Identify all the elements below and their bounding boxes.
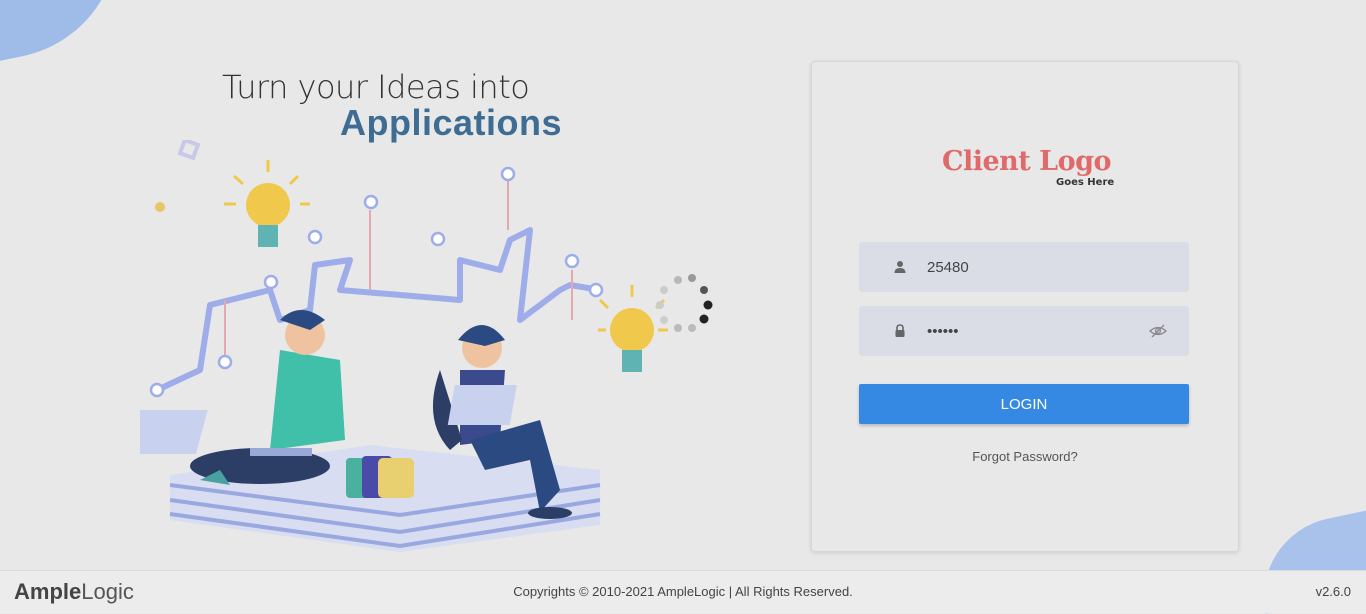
copyright-text: Copyrights © 2010-2021 AmpleLogic | All … (513, 584, 853, 599)
lock-icon (895, 324, 905, 337)
login-card: Client Logo Goes Here LOGIN Forgot Passw… (811, 61, 1239, 552)
eye-slash-icon[interactable] (1149, 324, 1167, 338)
user-icon (894, 261, 906, 273)
password-field[interactable] (859, 306, 1189, 356)
footer: AmpleLogic Copyrights © 2010-2021 AmpleL… (0, 570, 1366, 613)
hero-heading: Turn your Ideas into (222, 68, 530, 106)
hero-heading-emphasis: Applications (340, 102, 563, 143)
username-input[interactable] (927, 242, 1147, 292)
password-input[interactable] (927, 306, 1147, 356)
hero-illustration (140, 140, 713, 552)
corner-decoration-top-left (0, 0, 141, 67)
client-logo: Client Logo (942, 146, 1112, 177)
version-label: v2.6.0 (1315, 584, 1351, 599)
forgot-password-link[interactable]: Forgot Password? (812, 449, 1238, 464)
client-logo-tagline: Goes Here (1056, 177, 1115, 188)
username-field[interactable] (859, 242, 1189, 292)
login-button[interactable]: LOGIN (859, 384, 1189, 424)
